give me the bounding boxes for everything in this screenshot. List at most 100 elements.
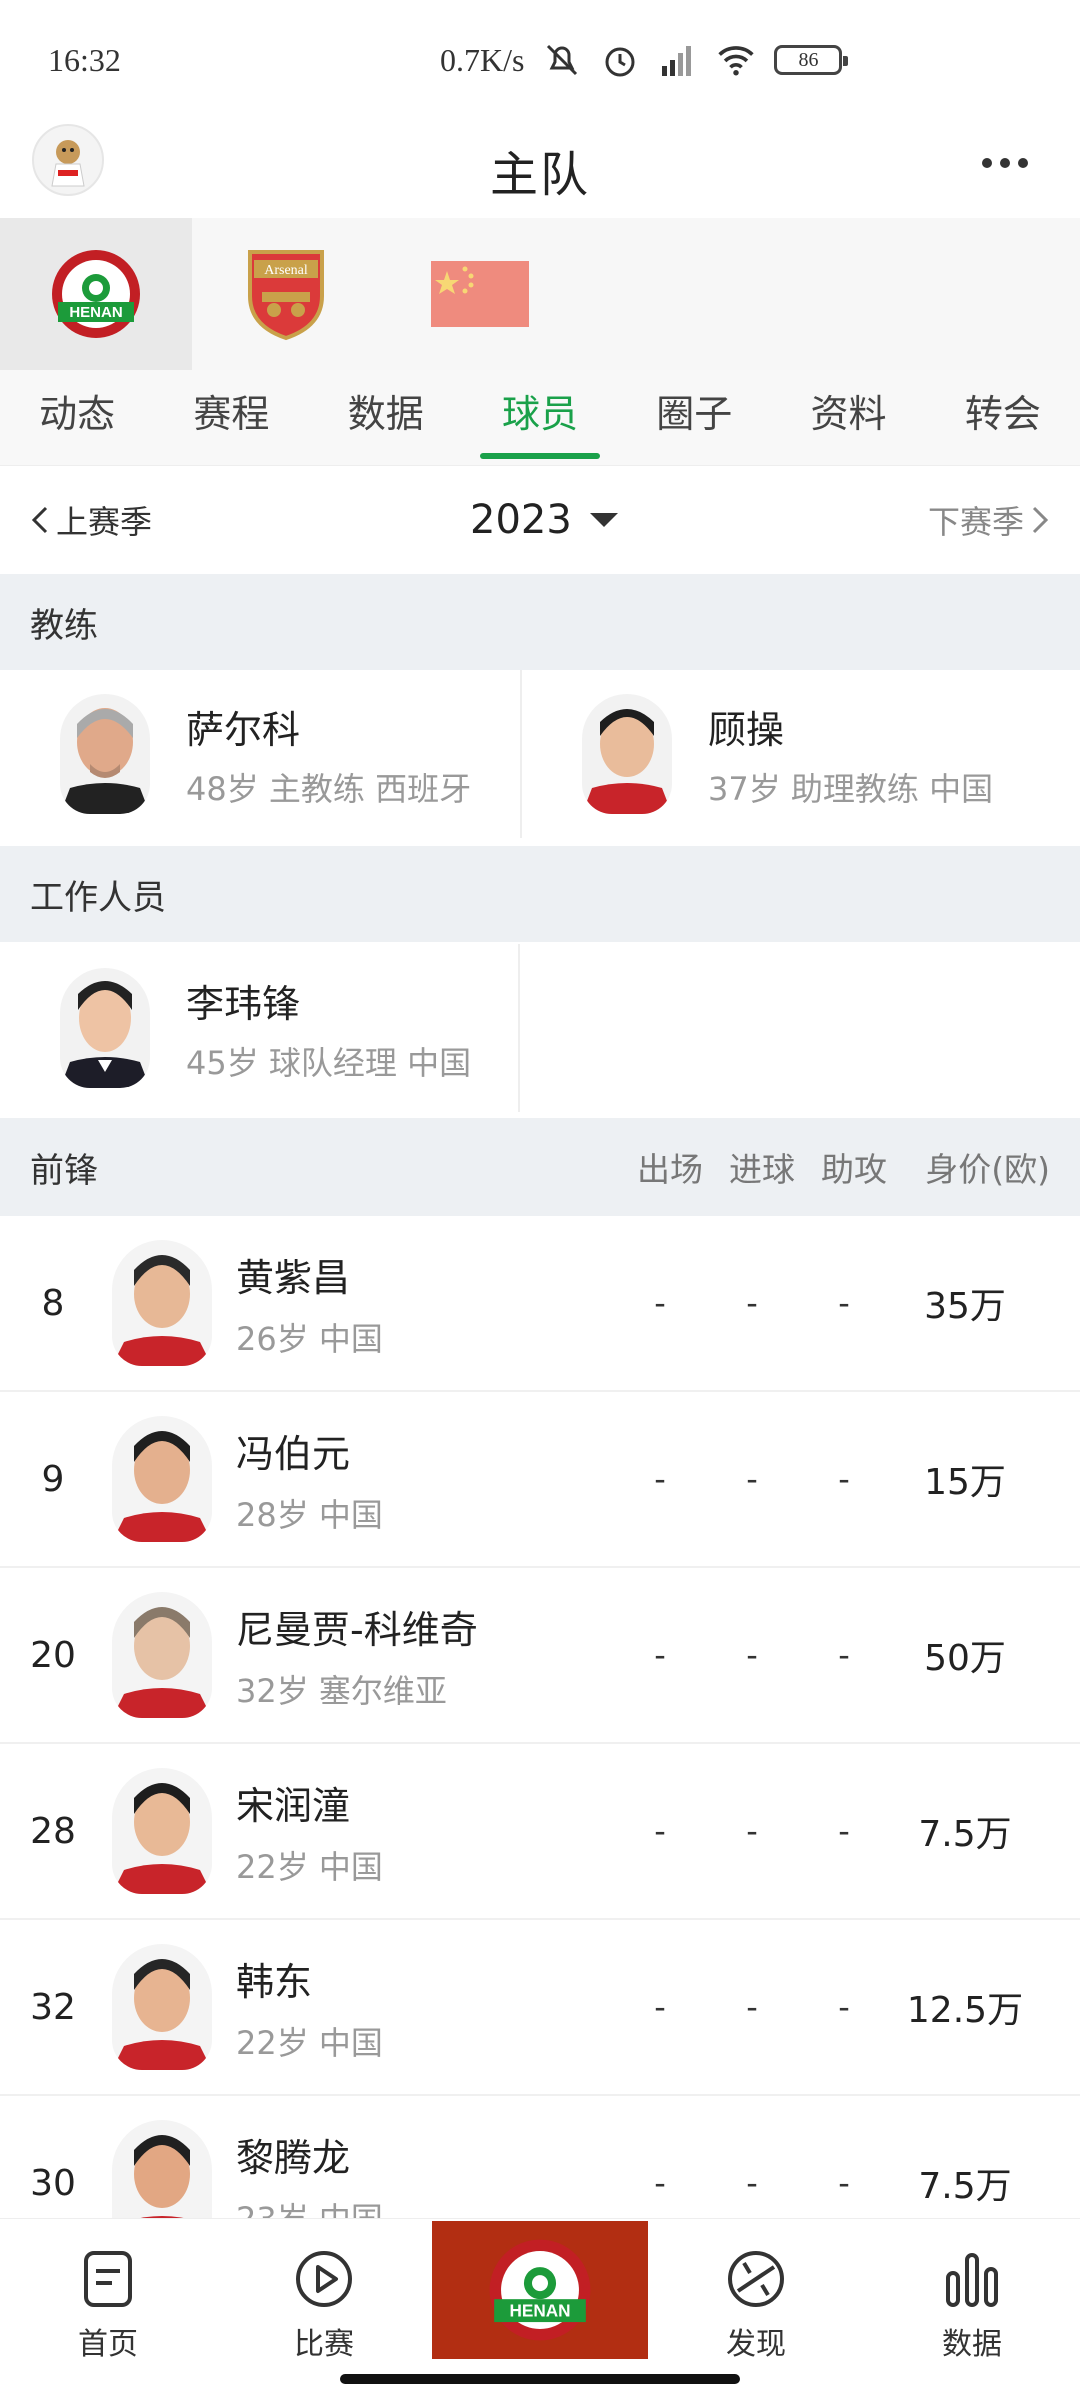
- avatar: [112, 1240, 212, 1366]
- home-indicator[interactable]: [340, 2374, 740, 2384]
- nav-label: 发现: [726, 2327, 786, 2362]
- page-title: 主队: [489, 147, 590, 203]
- player-goals: -: [746, 1636, 758, 1674]
- section-coach: 教练: [0, 574, 1080, 670]
- player-goals: -: [746, 1988, 758, 2026]
- next-season-button[interactable]: 下赛季: [928, 497, 1050, 543]
- discover-ball-icon: [728, 2251, 784, 2307]
- player-row[interactable]: 28 宋润潼 22岁 中国 - - - 7.5万: [0, 1744, 1080, 1920]
- mascot-avatar-icon[interactable]: [32, 124, 104, 196]
- staff-card[interactable]: 李玮锋 45岁 球队经理 中国: [0, 944, 520, 1112]
- avatar: [112, 1416, 212, 1542]
- tab-stats[interactable]: 数据: [309, 370, 463, 465]
- player-apps: -: [654, 2164, 666, 2202]
- mute-bell-icon: [542, 40, 582, 80]
- player-assists: -: [838, 1636, 850, 1674]
- next-season-label: 下赛季: [927, 503, 1024, 541]
- tab-info[interactable]: 资料: [771, 370, 925, 465]
- team-arsenal[interactable]: Arsenal: [192, 218, 380, 370]
- season-dropdown[interactable]: 2023: [470, 497, 618, 543]
- player-name: 冯伯元: [236, 1431, 351, 1476]
- more-dots-icon[interactable]: [970, 138, 1040, 188]
- status-time: 16:32: [48, 41, 121, 78]
- nav-home[interactable]: 首页: [0, 2219, 216, 2400]
- tab-dynamics[interactable]: 动态: [0, 370, 154, 465]
- player-value: 35万: [924, 1286, 1006, 1327]
- player-assists: -: [838, 2164, 850, 2202]
- henan-fc-logo-icon: HENAN: [489, 2239, 591, 2341]
- section-title: 前锋: [30, 1150, 98, 1191]
- network-speed: 0.7K/s: [440, 41, 525, 78]
- avatar: [60, 694, 150, 814]
- signal-hd-icon: [658, 40, 698, 80]
- wifi-icon: [716, 40, 756, 80]
- column-headers: 出场 进球 助攻 身价(欧): [624, 1143, 1050, 1191]
- team-china[interactable]: [380, 218, 580, 370]
- player-number: 20: [30, 1634, 76, 1676]
- player-number: 9: [41, 1458, 65, 1500]
- chevron-left-icon: [31, 506, 48, 534]
- player-goals: -: [746, 2164, 758, 2202]
- player-row[interactable]: 20 尼曼贾-科维奇 32岁 塞尔维亚 - - - 50万: [0, 1568, 1080, 1744]
- nav-label: 比赛: [294, 2327, 354, 2362]
- tab-bar: 动态 赛程 数据 球员 圈子 资料 转会: [0, 370, 1080, 466]
- avatar: [112, 1768, 212, 1894]
- column-goals[interactable]: 进球: [716, 1143, 808, 1191]
- coach-info: 48岁 主教练 西班牙: [186, 769, 472, 808]
- home-doc-icon: [84, 2251, 132, 2307]
- player-apps: -: [654, 1988, 666, 2026]
- alarm-icon: [600, 40, 640, 80]
- coach-card[interactable]: 顾操 37岁 助理教练 中国: [520, 670, 1040, 838]
- column-value[interactable]: 身价(欧): [900, 1143, 1050, 1191]
- prev-season-button[interactable]: 上赛季: [30, 497, 152, 543]
- player-info: 22岁 中国: [236, 1847, 383, 1886]
- bar-chart-icon: [946, 2253, 998, 2307]
- player-goals: -: [746, 1284, 758, 1322]
- player-assists: -: [838, 1988, 850, 2026]
- section-title: 教练: [30, 605, 98, 646]
- player-assists: -: [838, 1812, 850, 1850]
- player-info: 26岁 中国: [236, 1319, 383, 1358]
- column-assists[interactable]: 助攻: [808, 1143, 900, 1191]
- avatar: [112, 1592, 212, 1718]
- staff-name: 李玮锋: [186, 981, 301, 1026]
- tab-community[interactable]: 圈子: [617, 370, 771, 465]
- player-row[interactable]: 9 冯伯元 28岁 中国 - - - 15万: [0, 1392, 1080, 1568]
- coach-row: 萨尔科 48岁 主教练 西班牙 顾操 37岁 助理教练 中国: [0, 670, 1080, 838]
- player-name: 宋润潼: [236, 1783, 351, 1828]
- section-staff: 工作人员: [0, 846, 1080, 942]
- team-home-button[interactable]: HENAN: [432, 2221, 648, 2359]
- player-apps: -: [654, 1636, 666, 1674]
- player-number: 30: [30, 2162, 76, 2204]
- staff-row: 李玮锋 45岁 球队经理 中国: [0, 944, 1080, 1112]
- staff-info: 45岁 球队经理 中国: [186, 1043, 472, 1082]
- coach-card[interactable]: 萨尔科 48岁 主教练 西班牙: [0, 670, 520, 838]
- team-switcher: HENAN Arsenal: [0, 218, 1080, 370]
- season-bar: 上赛季 2023 下赛季: [0, 466, 1080, 574]
- player-info: 22岁 中国: [236, 2023, 383, 2062]
- player-row[interactable]: 8 黄紫昌 26岁 中国 - - - 35万: [0, 1216, 1080, 1392]
- svg-text:HENAN: HENAN: [509, 2300, 570, 2320]
- nav-discover[interactable]: 发现: [648, 2219, 864, 2400]
- nav-label: 首页: [78, 2327, 138, 2362]
- team-henan[interactable]: HENAN: [0, 218, 192, 370]
- player-apps: -: [654, 1284, 666, 1322]
- nav-matches[interactable]: 比赛: [216, 2219, 432, 2400]
- nav-data[interactable]: 数据: [864, 2219, 1080, 2400]
- player-name: 黎腾龙: [236, 2135, 351, 2180]
- section-forwards: 前锋 出场 进球 助攻 身价(欧): [0, 1118, 1080, 1216]
- column-apps[interactable]: 出场: [624, 1143, 716, 1191]
- nav-team[interactable]: HENAN: [432, 2219, 648, 2400]
- player-info: 28岁 中国: [236, 1495, 383, 1534]
- player-apps: -: [654, 1812, 666, 1850]
- player-value: 12.5万: [906, 1990, 1024, 2031]
- player-value: 15万: [924, 1462, 1006, 1503]
- tab-players[interactable]: 球员: [463, 370, 617, 465]
- tab-transfers[interactable]: 转会: [926, 370, 1080, 465]
- player-row[interactable]: 32 韩东 22岁 中国 - - - 12.5万: [0, 1920, 1080, 2096]
- tab-schedule[interactable]: 赛程: [154, 370, 308, 465]
- coach-info: 37岁 助理教练 中国: [708, 769, 994, 808]
- svg-text:Arsenal: Arsenal: [264, 263, 308, 278]
- app-header: 主队: [0, 120, 1080, 220]
- player-goals: -: [746, 1460, 758, 1498]
